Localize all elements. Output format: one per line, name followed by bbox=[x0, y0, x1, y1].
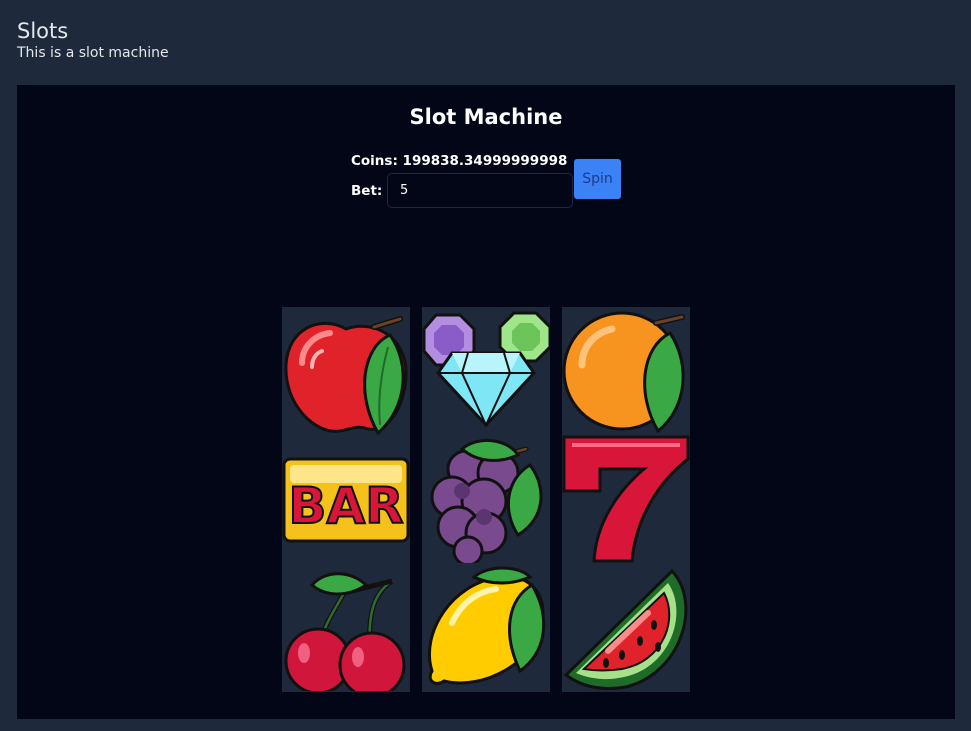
grapes-icon bbox=[422, 435, 550, 563]
orange-icon bbox=[562, 307, 690, 435]
slot-machine-panel: Slot Machine Coins: 199838.34999999998 B… bbox=[17, 85, 955, 719]
reel-1: BAR bbox=[282, 307, 410, 692]
seven-icon bbox=[562, 435, 690, 563]
apple-icon bbox=[282, 307, 410, 435]
watermelon-icon bbox=[562, 563, 690, 691]
bet-input[interactable] bbox=[387, 173, 573, 208]
cherries-icon bbox=[282, 563, 410, 691]
coins-balance: Coins: 199838.34999999998 bbox=[351, 153, 568, 169]
svg-text:BAR: BAR bbox=[288, 477, 403, 535]
spin-button[interactable]: Spin bbox=[574, 159, 621, 199]
reel-2 bbox=[422, 307, 550, 692]
gems-icon bbox=[422, 307, 550, 435]
page-subtitle: This is a slot machine bbox=[17, 45, 169, 61]
bar-icon: BAR bbox=[282, 435, 410, 563]
machine-title: Slot Machine bbox=[409, 105, 563, 129]
page-header: Slots This is a slot machine bbox=[17, 18, 169, 62]
lemon-icon bbox=[422, 563, 550, 691]
reel-3 bbox=[562, 307, 690, 692]
page-title: Slots bbox=[17, 19, 69, 43]
bet-label: Bet: bbox=[351, 183, 383, 199]
